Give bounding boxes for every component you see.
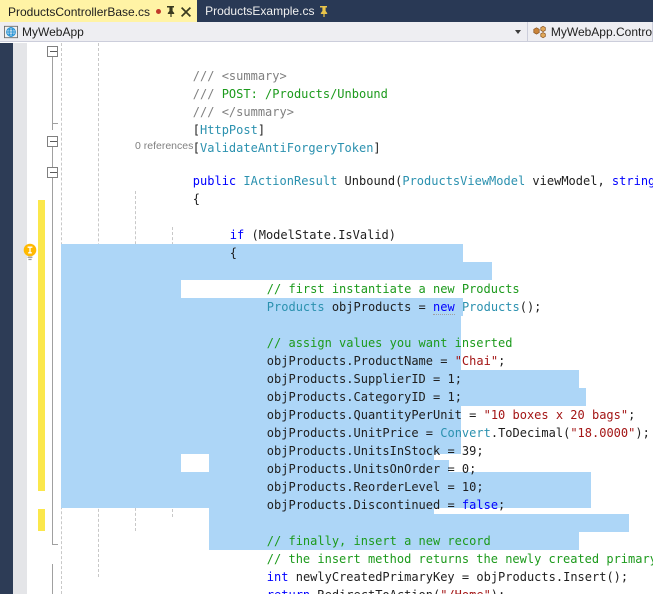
project-selector-dropdown[interactable]: MyWebApp [0, 22, 528, 41]
visual-studio-editor-window: ProductsControllerBase.cs ProductsExampl… [0, 0, 653, 594]
selection-highlight [209, 514, 629, 532]
navigation-bar: MyWebApp MyWebApp.Contro [0, 22, 653, 42]
code-line: { [192, 192, 201, 206]
tab-label: ProductsControllerBase.cs [8, 4, 151, 19]
selection-highlight [61, 454, 181, 472]
selection-highlight [209, 316, 456, 334]
selection-highlight [209, 262, 492, 280]
code-line: public IActionResult Unbound(ProductsVie… [192, 174, 653, 188]
namespace-selector-value: MyWebApp.Contro [550, 24, 652, 39]
tab-products-controller-base[interactable]: ProductsControllerBase.cs [0, 0, 198, 22]
code-text-layer: /// <summary> /// POST: /Products/Unboun… [0, 43, 653, 594]
project-selector-value: MyWebApp [22, 24, 84, 39]
selection-highlight [209, 244, 463, 262]
pin-icon[interactable] [166, 6, 176, 17]
code-line: // the insert method returns the newly c… [209, 514, 653, 566]
chevron-down-icon[interactable] [514, 29, 521, 34]
codelens-references[interactable]: 0 references [135, 139, 193, 154]
close-icon[interactable] [181, 6, 192, 17]
selection-highlight [61, 280, 181, 298]
web-project-icon [4, 25, 18, 39]
editor-tab-strip: ProductsControllerBase.cs ProductsExampl… [0, 0, 653, 22]
code-line: // first instantiate a new Products [209, 244, 520, 296]
code-editor-surface[interactable]: /// <summary> /// POST: /Products/Unboun… [0, 43, 653, 594]
pin-icon[interactable] [319, 5, 329, 17]
code-line: if (ModelState.IsValid) [229, 228, 397, 242]
code-line: Products objProducts = new Products(); [209, 262, 541, 315]
tab-products-example[interactable]: ProductsExample.cs [197, 0, 336, 22]
tab-label: ProductsExample.cs [205, 4, 315, 18]
code-line: { [229, 246, 238, 260]
code-line: } [172, 586, 237, 594]
code-line: /// <summary> [192, 69, 287, 83]
namespace-icon [533, 25, 547, 39]
namespace-selector-dropdown[interactable]: MyWebApp.Contro [527, 22, 653, 41]
unsaved-changes-dot [156, 9, 162, 14]
